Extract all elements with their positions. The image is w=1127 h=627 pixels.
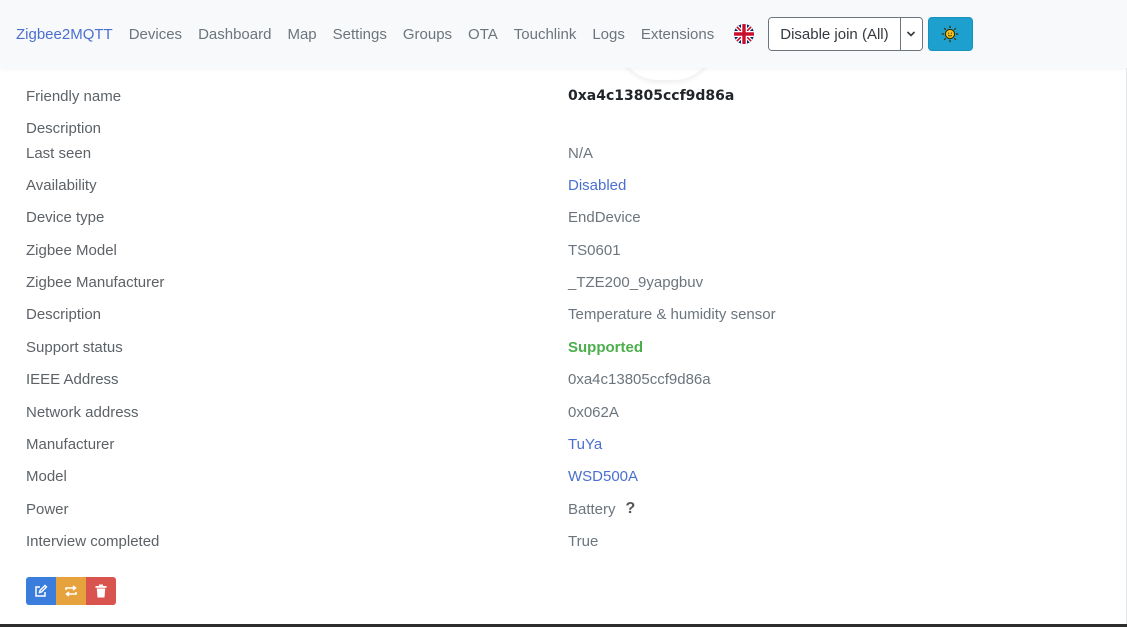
uk-flag-icon[interactable] — [734, 24, 755, 44]
brand-link[interactable]: Zigbee2MQTT — [16, 26, 113, 43]
detail-label: Interview completed — [26, 532, 160, 550]
detail-row-availability: Availability Disabled — [26, 174, 1106, 196]
delete-button[interactable] — [86, 577, 116, 605]
nav-ota[interactable]: OTA — [468, 26, 498, 43]
nav-extensions[interactable]: Extensions — [641, 26, 714, 43]
detail-row-interview-completed: Interview completed True — [26, 530, 1106, 552]
manufacturer-link[interactable]: TuYa — [568, 436, 602, 453]
nav-touchlink[interactable]: Touchlink — [514, 26, 577, 43]
detail-label: Description — [26, 119, 102, 137]
detail-value: Temperature & humidity sensor — [568, 305, 776, 323]
detail-row-model: Model WSD500A — [26, 465, 1106, 487]
detail-row-ieee-address: IEEE Address 0xa4c13805ccf9d86a — [26, 368, 1106, 390]
detail-value: TS0601 — [568, 241, 621, 259]
detail-label: Device type — [26, 208, 105, 226]
edit-icon — [35, 584, 48, 597]
edit-button[interactable] — [26, 577, 56, 605]
nav-logs[interactable]: Logs — [592, 26, 625, 43]
nav-devices[interactable]: Devices — [129, 26, 182, 43]
disable-join-button[interactable]: Disable join (All) — [769, 18, 900, 50]
detail-label: Last seen — [26, 144, 92, 162]
support-status-badge: Supported — [568, 338, 643, 356]
join-dropdown-toggle[interactable] — [899, 18, 922, 50]
detail-label: Description — [26, 305, 102, 323]
detail-label: Model — [26, 467, 67, 485]
detail-row-friendly-name: Friendly name 0xa4c13805ccf9d86a — [26, 85, 1106, 107]
detail-label: Power — [26, 500, 69, 518]
navbar: Zigbee2MQTT Devices Dashboard Map Settin… — [0, 0, 1127, 68]
detail-row-support-status: Support status Supported — [26, 336, 1106, 358]
availability-link[interactable]: Disabled — [568, 177, 626, 194]
trash-icon — [95, 584, 107, 598]
reconfigure-button[interactable] — [56, 577, 86, 605]
nav-settings[interactable]: Settings — [333, 26, 387, 43]
power-value: Battery — [568, 500, 616, 518]
device-details: Friendly name 0xa4c13805ccf9d86a Descrip… — [0, 68, 1127, 627]
detail-label: Support status — [26, 338, 123, 356]
detail-value: 0xa4c13805ccf9d86a — [568, 88, 735, 104]
detail-value: EndDevice — [568, 208, 641, 226]
detail-row-manufacturer: Manufacturer TuYa — [26, 433, 1106, 455]
theme-toggle-button[interactable] — [927, 17, 973, 51]
nav-map[interactable]: Map — [287, 26, 316, 43]
detail-value: True — [568, 532, 599, 550]
sun-icon — [941, 25, 959, 43]
detail-row-description: Description — [26, 117, 1106, 139]
detail-row-zigbee-model: Zigbee Model TS0601 — [26, 239, 1106, 261]
chevron-down-icon — [907, 31, 916, 37]
detail-value: _TZE200_9yapgbuv — [568, 273, 704, 291]
detail-value: N/A — [568, 144, 594, 162]
swap-icon — [65, 585, 77, 597]
nav-dashboard[interactable]: Dashboard — [198, 26, 271, 43]
detail-label: Network address — [26, 403, 139, 421]
join-button-group: Disable join (All) — [768, 17, 923, 51]
detail-label: Friendly name — [26, 87, 122, 105]
detail-row-zigbee-manufacturer: Zigbee Manufacturer _TZE200_9yapgbuv — [26, 271, 1106, 293]
detail-value: 0x062A — [568, 403, 619, 421]
model-link[interactable]: WSD500A — [568, 468, 638, 485]
detail-value: 0xa4c13805ccf9d86a — [568, 370, 711, 388]
nav-groups[interactable]: Groups — [403, 26, 452, 43]
detail-label: IEEE Address — [26, 370, 119, 388]
detail-row-last-seen: Last seen N/A — [26, 142, 1106, 164]
detail-label: Manufacturer — [26, 435, 115, 453]
detail-row-power: Power Battery ? — [26, 498, 1106, 520]
detail-row-network-address: Network address 0x062A — [26, 401, 1106, 423]
detail-value: Battery ? — [568, 500, 635, 518]
detail-label: Availability — [26, 176, 97, 194]
detail-label: Zigbee Model — [26, 241, 117, 259]
device-actions — [26, 577, 116, 605]
question-mark-icon[interactable]: ? — [626, 500, 636, 518]
detail-label: Zigbee Manufacturer — [26, 273, 165, 291]
detail-row-description-2: Description Temperature & humidity senso… — [26, 303, 1106, 325]
detail-row-device-type: Device type EndDevice — [26, 206, 1106, 228]
